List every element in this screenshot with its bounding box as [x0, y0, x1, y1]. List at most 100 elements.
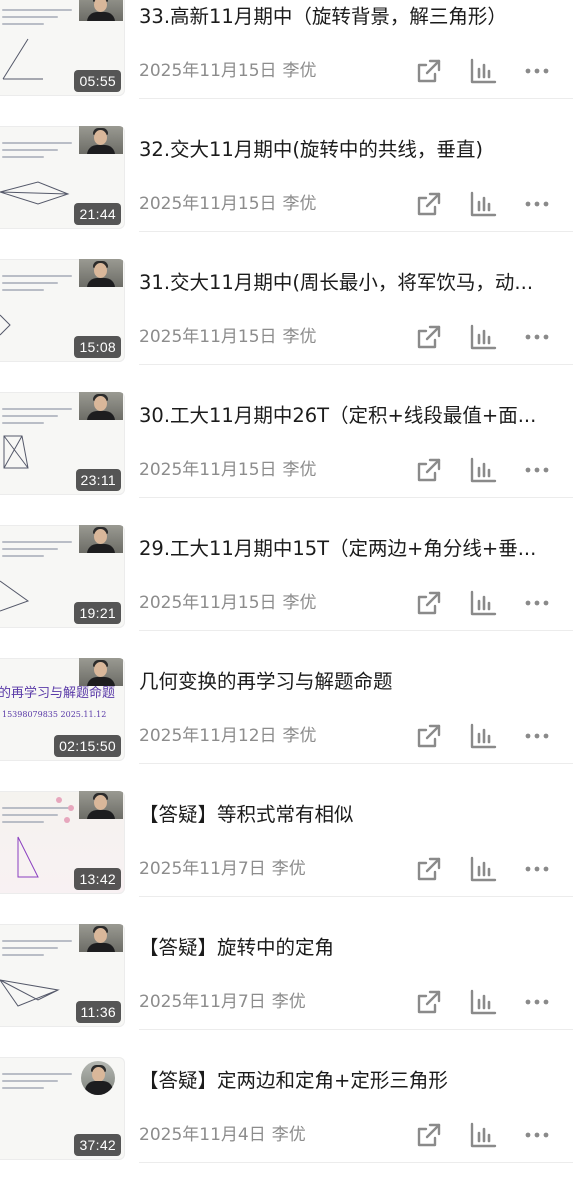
more-options-button[interactable] — [522, 854, 552, 884]
bar-chart-icon — [470, 457, 497, 483]
video-thumbnail[interactable]: 05:55 — [0, 0, 125, 96]
video-row[interactable]: 11:36 【答疑】旋转中的定角 2025年11月7日 李优 — [0, 924, 573, 1057]
stats-button[interactable] — [468, 721, 498, 751]
author-name: 李优 — [282, 726, 317, 746]
stats-button[interactable] — [468, 588, 498, 618]
video-thumbnail[interactable]: 21:44 — [0, 126, 125, 229]
bar-chart-icon — [470, 989, 497, 1015]
more-options-button[interactable] — [522, 189, 552, 219]
video-thumbnail[interactable]: 15:08 — [0, 259, 125, 362]
thumbnail-figure — [3, 435, 29, 469]
bar-chart-icon — [470, 590, 497, 616]
publish-date: 2025年11月15日 — [139, 593, 277, 613]
video-row[interactable]: 13:42 【答疑】等积式常有相似 2025年11月7日 李优 — [0, 791, 573, 924]
bar-chart-icon — [470, 856, 497, 882]
author-name: 李优 — [271, 859, 306, 879]
more-options-button[interactable] — [522, 987, 552, 1017]
presenter-camera-image — [79, 392, 123, 420]
share-button[interactable] — [414, 721, 444, 751]
video-title[interactable]: 30.工大11月期中26T（定积+线段最值+面... — [139, 402, 559, 430]
share-button[interactable] — [414, 322, 444, 352]
author-name: 李优 — [271, 992, 306, 1012]
thumbnail-figure — [0, 1093, 78, 1149]
stats-button[interactable] — [468, 56, 498, 86]
video-title[interactable]: 32.交大11月期中(旋转中的共线，垂直) — [139, 136, 559, 164]
share-button[interactable] — [414, 56, 444, 86]
more-options-button[interactable] — [522, 455, 552, 485]
video-thumbnail[interactable]: 11:36 — [0, 924, 125, 1027]
blossom-decoration — [64, 817, 70, 823]
more-dots-icon — [525, 1132, 549, 1138]
more-options-button[interactable] — [522, 56, 552, 86]
video-thumbnail[interactable]: 23:11 — [0, 392, 125, 495]
video-row[interactable]: 37:42 【答疑】定两边和定角+定形三角形 2025年11月4日 李优 — [0, 1057, 573, 1190]
row-divider — [139, 98, 573, 99]
presenter-camera-image — [79, 924, 123, 952]
duration-badge: 23:11 — [75, 469, 121, 491]
video-title[interactable]: 29.工大11月期中15T（定两边+角分线+垂... — [139, 535, 559, 563]
blossom-decoration — [56, 797, 62, 803]
stats-button[interactable] — [468, 1120, 498, 1150]
share-button[interactable] — [414, 588, 444, 618]
presenter-camera-image — [79, 791, 123, 819]
video-row[interactable]: 05:55 33.高新11月期中（旋转背景，解三角形） 2025年11月15日 李优 — [0, 0, 573, 126]
more-options-button[interactable] — [522, 721, 552, 751]
row-divider — [139, 1029, 573, 1030]
more-options-button[interactable] — [522, 588, 552, 618]
bar-chart-icon — [470, 58, 497, 84]
video-title[interactable]: 33.高新11月期中（旋转背景，解三角形） — [139, 3, 559, 31]
video-title[interactable]: 几何变换的再学习与解题命题 — [139, 668, 559, 696]
publish-date: 2025年11月15日 — [139, 327, 277, 347]
video-title[interactable]: 31.交大11月期中(周长最小，将军饮马，动... — [139, 269, 559, 297]
stats-button[interactable] — [468, 987, 498, 1017]
thumbnail-figure — [17, 836, 39, 878]
publish-date: 2025年11月7日 — [139, 992, 266, 1012]
video-title[interactable]: 【答疑】等积式常有相似 — [139, 801, 559, 829]
bar-chart-icon — [470, 1122, 497, 1148]
video-thumbnail[interactable]: 19:21 — [0, 525, 125, 628]
duration-badge: 21:44 — [74, 203, 121, 225]
stats-button[interactable] — [468, 189, 498, 219]
video-meta: 2025年11月15日 李优 — [139, 458, 317, 482]
video-title[interactable]: 【答疑】定两边和定角+定形三角形 — [139, 1067, 559, 1095]
more-dots-icon — [525, 68, 549, 74]
duration-badge: 02:15:50 — [54, 735, 121, 757]
row-divider — [139, 763, 573, 764]
video-row[interactable]: 19:21 29.工大11月期中15T（定两边+角分线+垂... 2025年11月1… — [0, 525, 573, 658]
duration-badge: 37:42 — [74, 1134, 121, 1156]
share-button[interactable] — [414, 455, 444, 485]
stats-button[interactable] — [468, 322, 498, 352]
share-icon — [417, 59, 441, 83]
video-thumbnail[interactable]: 13:42 — [0, 791, 125, 894]
video-thumbnail[interactable]: 的再学习与解题命题 15398079835 2025.11.12 02:15:50 — [0, 658, 125, 761]
more-options-button[interactable] — [522, 322, 552, 352]
presenter-camera-image — [79, 259, 123, 287]
video-title[interactable]: 【答疑】旋转中的定角 — [139, 934, 559, 962]
author-name: 李优 — [282, 327, 317, 347]
share-button[interactable] — [414, 189, 444, 219]
video-row[interactable]: 的再学习与解题命题 15398079835 2025.11.12 02:15:50 几… — [0, 658, 573, 791]
video-meta: 2025年11月15日 李优 — [139, 591, 317, 615]
share-icon — [417, 192, 441, 216]
presenter-camera-image — [79, 0, 123, 21]
thumbnail-figure — [0, 181, 70, 205]
presenter-camera-image — [81, 1061, 115, 1095]
video-row[interactable]: 15:08 31.交大11月期中(周长最小，将军饮马，动... 2025年11月15… — [0, 259, 573, 392]
publish-date: 2025年11月7日 — [139, 859, 266, 879]
author-name: 李优 — [282, 61, 317, 81]
thumbnail-figure — [0, 979, 60, 1007]
more-options-button[interactable] — [522, 1120, 552, 1150]
share-icon — [417, 857, 441, 881]
thumbnail-figure — [2, 38, 43, 80]
video-thumbnail[interactable]: 37:42 — [0, 1057, 125, 1160]
author-name: 李优 — [282, 460, 317, 480]
stats-button[interactable] — [468, 455, 498, 485]
share-button[interactable] — [414, 1120, 444, 1150]
stats-button[interactable] — [468, 854, 498, 884]
share-button[interactable] — [414, 987, 444, 1017]
row-divider — [139, 630, 573, 631]
share-button[interactable] — [414, 854, 444, 884]
video-row[interactable]: 23:11 30.工大11月期中26T（定积+线段最值+面... 2025年11月1… — [0, 392, 573, 525]
video-row[interactable]: 21:44 32.交大11月期中(旋转中的共线，垂直) 2025年11月15日 李优 — [0, 126, 573, 259]
video-list: 05:55 33.高新11月期中（旋转背景，解三角形） 2025年11月15日 李优 2… — [0, 0, 573, 1178]
